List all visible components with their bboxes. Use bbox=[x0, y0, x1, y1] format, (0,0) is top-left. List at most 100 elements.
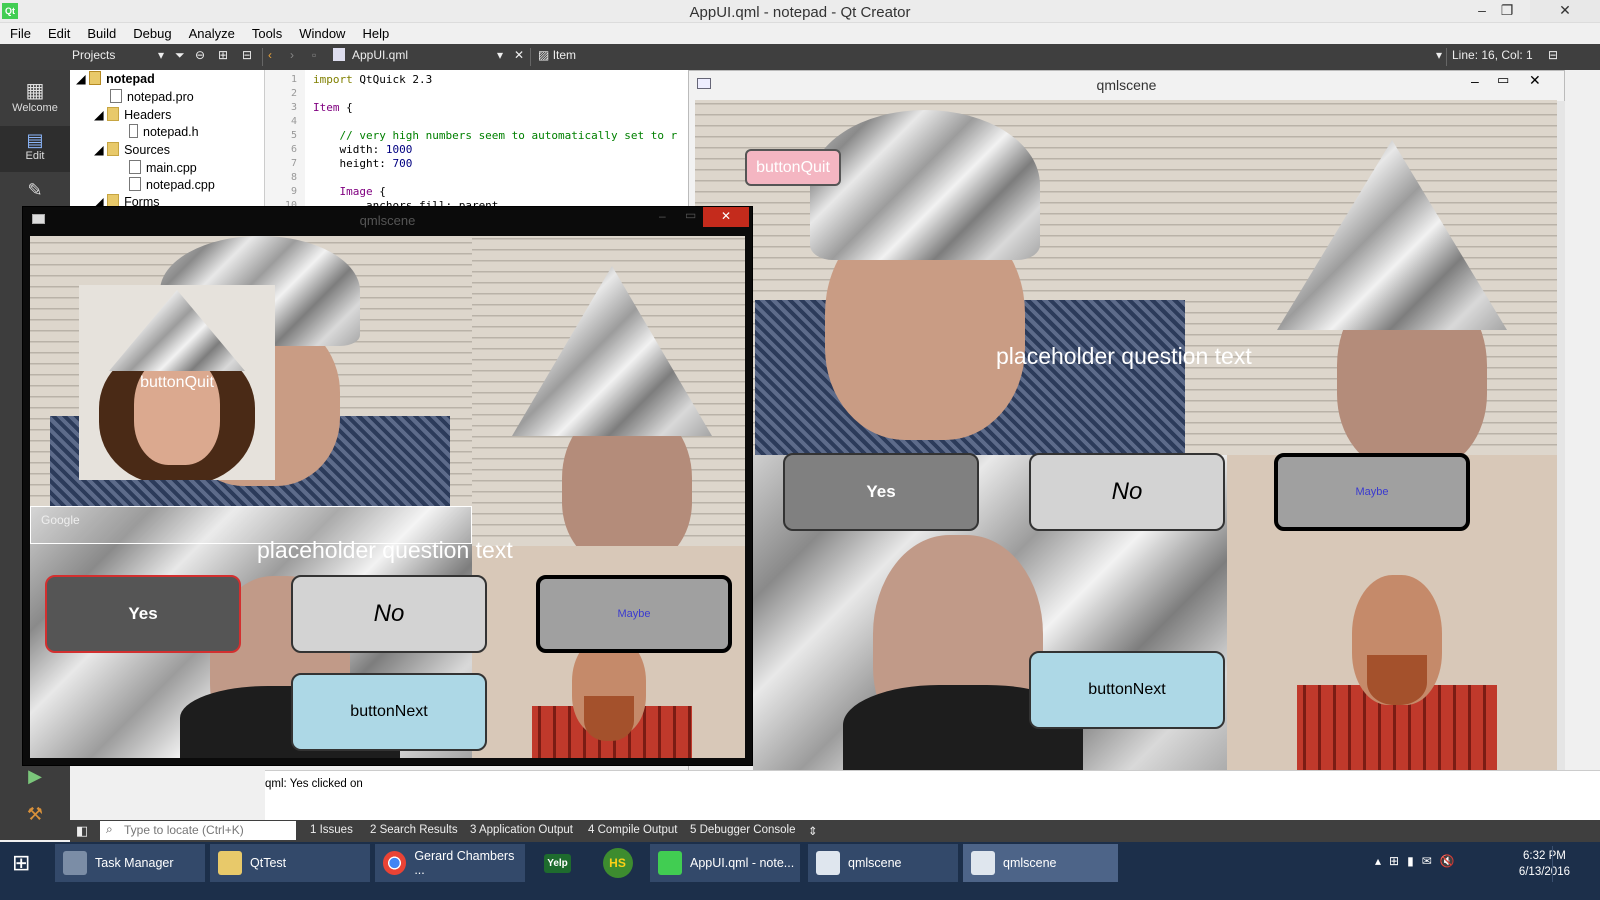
split-icon[interactable]: ⊞ bbox=[218, 48, 228, 66]
menu-edit[interactable]: Edit bbox=[38, 23, 77, 41]
taskbar-qmlscene-1[interactable]: qmlscene bbox=[808, 844, 958, 882]
sidebar-toggle-icon[interactable]: ◧ bbox=[76, 823, 88, 839]
menu-bar: File Edit Build Debug Analyze Tools Window Help bbox=[0, 23, 1600, 44]
editor-toolbar: Projects ▾ ⏷ ⊖ ⊞ ⊟ ‹ › ▫ AppUI.qml ▾ ✕ ▨… bbox=[0, 44, 1600, 70]
tree-project[interactable]: ◢ notepad bbox=[76, 71, 155, 86]
window-icon bbox=[971, 851, 995, 875]
file-combo-label: AppUI.qml bbox=[352, 48, 409, 62]
tree-file-header[interactable]: notepad.h bbox=[129, 124, 199, 139]
tree-file-notepad[interactable]: notepad.cpp bbox=[129, 177, 215, 192]
show-desktop-divider bbox=[1552, 846, 1553, 882]
qt-creator-icon bbox=[658, 851, 682, 875]
yes-button[interactable]: Yes bbox=[45, 575, 241, 653]
item-selector[interactable]: ▨ Item bbox=[538, 48, 576, 66]
run-debug-icon[interactable]: ▶ bbox=[0, 766, 70, 787]
tree-file-pro-label: notepad.pro bbox=[127, 90, 194, 104]
taskbar-qmlscene-2[interactable]: qmlscene bbox=[963, 844, 1118, 882]
taskbar-task-manager[interactable]: Task Manager bbox=[55, 844, 205, 882]
clock[interactable]: 6:32 PM 6/13/2016 bbox=[1519, 848, 1570, 880]
no-button[interactable]: No bbox=[1029, 453, 1225, 531]
no-button[interactable]: No bbox=[291, 575, 487, 653]
taskbar-chrome[interactable]: Gerard Chambers ... bbox=[375, 844, 525, 882]
code-line-9: Image { bbox=[313, 185, 386, 198]
taskbar-hs[interactable]: HS bbox=[590, 844, 645, 882]
taskbar-label: Gerard Chambers ... bbox=[414, 849, 515, 877]
minimize-button[interactable]: – bbox=[659, 209, 666, 223]
output-tab-bar: ◧ ⌕ Type to locate (Ctrl+K) 1 Issues 2 S… bbox=[70, 820, 1600, 842]
close-button[interactable]: ✕ bbox=[1529, 72, 1541, 89]
next-button[interactable]: buttonNext bbox=[1029, 651, 1225, 729]
menu-debug[interactable]: Debug bbox=[123, 23, 178, 41]
code-line-5: // very high numbers seem to automatical… bbox=[313, 129, 678, 142]
tab-compile-output[interactable]: 4 Compile Output bbox=[588, 824, 678, 836]
tree-file-header-label: notepad.h bbox=[143, 125, 199, 139]
code-editor[interactable]: 1 2 3 4 5 6 7 8 9 10 import QtQuick 2.3 … bbox=[265, 70, 690, 212]
menu-file[interactable]: File bbox=[0, 23, 38, 41]
mode-welcome[interactable]: ▦ Welcome bbox=[0, 80, 70, 114]
tree-sources[interactable]: ◢ Sources bbox=[94, 142, 170, 157]
mode-edit[interactable]: ▤ Edit bbox=[0, 126, 70, 172]
tab-debugger-console[interactable]: 5 Debugger Console bbox=[690, 824, 796, 836]
forward-icon[interactable]: › bbox=[290, 48, 294, 66]
minimize-button[interactable]: – bbox=[1471, 73, 1479, 89]
chevron-down-icon[interactable]: ▾ bbox=[1436, 48, 1442, 66]
file-combo[interactable]: AppUI.qml ▾ bbox=[333, 48, 503, 66]
application-output-pane: qml: Yes clicked on bbox=[265, 770, 1600, 820]
tab-search-results[interactable]: 2 Search Results bbox=[370, 824, 458, 836]
tree-file-pro[interactable]: notepad.pro bbox=[110, 89, 194, 104]
taskbar-qttest[interactable]: QtTest bbox=[210, 844, 370, 882]
qmlscene-left-title: qmlscene bbox=[359, 213, 416, 228]
quit-button[interactable]: buttonQuit bbox=[79, 285, 275, 480]
tab-issues[interactable]: 1 Issues bbox=[310, 824, 353, 836]
link-icon[interactable]: ⊖ bbox=[195, 48, 205, 66]
line-number: 7 bbox=[290, 158, 297, 169]
quit-button[interactable]: buttonQuit bbox=[745, 149, 841, 186]
window-icon bbox=[816, 851, 840, 875]
line-number: 8 bbox=[290, 172, 297, 183]
pencil-icon[interactable]: ✎ bbox=[0, 180, 70, 201]
qmlscene-window-left[interactable]: qmlscene – ▭ ✕ Google buttonQuit placeho… bbox=[22, 206, 753, 766]
taskbar-qtcreator[interactable]: AppUI.qml - note... bbox=[650, 844, 800, 882]
qmlscene-window-right[interactable]: qmlscene – ▭ ✕ buttonQuit placeholder qu… bbox=[688, 70, 1565, 795]
locate-input[interactable]: ⌕ Type to locate (Ctrl+K) bbox=[100, 821, 296, 840]
menu-tools[interactable]: Tools bbox=[242, 23, 289, 41]
projects-combo[interactable]: Projects ▾ bbox=[72, 48, 164, 66]
next-button[interactable]: buttonNext bbox=[291, 673, 487, 751]
taskbar-yelp[interactable]: Yelp bbox=[530, 844, 585, 882]
chevron-down-icon: ▾ bbox=[496, 48, 503, 62]
cpp-file-icon bbox=[129, 160, 141, 174]
code-line-6: width: 1000 bbox=[313, 143, 413, 156]
lock-icon: ▫ bbox=[312, 48, 317, 62]
collapse-icon[interactable]: ⊟ bbox=[242, 48, 252, 66]
filter-icon[interactable]: ⏷ bbox=[175, 48, 185, 66]
split-editor-icon[interactable]: ⊟ bbox=[1548, 48, 1558, 66]
taskbar-label: qmlscene bbox=[848, 856, 902, 870]
yelp-icon: Yelp bbox=[544, 853, 571, 873]
back-icon[interactable]: ‹ bbox=[268, 48, 272, 66]
build-hammer-icon[interactable]: ⚒ bbox=[0, 804, 70, 825]
maximize-button[interactable]: ▭ bbox=[685, 208, 696, 222]
tree-headers[interactable]: ◢ Headers bbox=[94, 107, 171, 122]
taskbar-label: QtTest bbox=[250, 856, 287, 870]
menu-analyze[interactable]: Analyze bbox=[179, 23, 242, 41]
maximize-button[interactable]: ▭ bbox=[1497, 72, 1509, 88]
close-document-icon[interactable]: ✕ bbox=[514, 48, 524, 66]
menu-help[interactable]: Help bbox=[352, 23, 396, 41]
chevron-down-icon: ▾ bbox=[157, 48, 164, 62]
yes-button[interactable]: Yes bbox=[783, 453, 979, 531]
tree-file-main[interactable]: main.cpp bbox=[129, 160, 197, 175]
more-tabs-icon[interactable]: ⇕ bbox=[808, 824, 818, 838]
maybe-button[interactable]: Maybe bbox=[1274, 453, 1470, 531]
system-tray-icons[interactable]: ▴⊞▮✉🔇 bbox=[1375, 854, 1463, 868]
tree-file-notepad-label: notepad.cpp bbox=[146, 178, 215, 192]
close-button[interactable]: ✕ bbox=[703, 207, 749, 227]
windows-start-icon[interactable]: ⊞ bbox=[12, 850, 30, 876]
menu-window[interactable]: Window bbox=[289, 23, 352, 41]
restore-button[interactable]: ❐ bbox=[1490, 0, 1524, 22]
vertical-scrollbar[interactable] bbox=[1557, 101, 1565, 781]
line-number: 3 bbox=[290, 102, 297, 113]
close-button[interactable]: ✕ bbox=[1530, 0, 1600, 22]
menu-build[interactable]: Build bbox=[77, 23, 123, 41]
maybe-button[interactable]: Maybe bbox=[536, 575, 732, 653]
tab-application-output[interactable]: 3 Application Output bbox=[470, 824, 573, 836]
